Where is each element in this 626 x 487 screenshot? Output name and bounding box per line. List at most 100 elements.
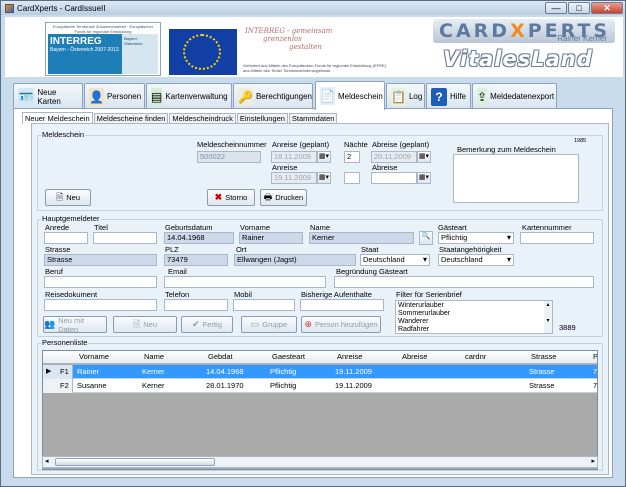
slogan-line-2: grenzenlos bbox=[263, 35, 302, 43]
row-header[interactable]: F2 bbox=[43, 379, 73, 393]
name-field[interactable]: Kerner bbox=[309, 232, 414, 244]
reisedokument-field[interactable] bbox=[44, 299, 157, 311]
tab-label: Meldeschein bbox=[337, 91, 383, 101]
col-plz[interactable]: P bbox=[593, 352, 597, 361]
gruppe-button[interactable]: ▭ Gruppe bbox=[241, 316, 297, 333]
col-cardnr[interactable]: cardnr bbox=[465, 352, 486, 361]
list-item[interactable]: Sommerurlauber bbox=[398, 310, 550, 318]
col-name[interactable]: Name bbox=[144, 352, 164, 361]
personenliste-label: Personenliste bbox=[41, 338, 89, 347]
plz-label: PLZ bbox=[165, 245, 179, 254]
anreise-field[interactable]: 19.11.2009 bbox=[271, 172, 317, 184]
logo-part-a: CARD bbox=[439, 20, 511, 42]
telefon-label: Telefon bbox=[165, 290, 190, 299]
bemerkung-textarea[interactable] bbox=[453, 154, 579, 203]
abreise-field[interactable] bbox=[371, 172, 417, 184]
check-icon: ✔ bbox=[192, 319, 200, 329]
col-anreise[interactable]: Anreise bbox=[337, 352, 362, 361]
tab-meldeschein[interactable]: 📄 Meldeschein bbox=[315, 81, 385, 110]
anrede-field[interactable] bbox=[44, 232, 88, 244]
logo-subtitle: Rainer Kerner bbox=[557, 34, 607, 43]
scroll-left-icon[interactable]: ◂ bbox=[45, 457, 49, 465]
filter-serienbrief-list[interactable]: Winterurlauber Sommerurlauber Wanderer R… bbox=[395, 300, 553, 334]
naechte-label: Nächte bbox=[344, 140, 368, 149]
vorname-field[interactable]: Rainer bbox=[239, 232, 303, 244]
scroll-right-icon[interactable]: ▸ bbox=[591, 457, 595, 465]
list-item[interactable]: Radfahrer bbox=[398, 326, 550, 334]
table-row[interactable]: ▶ F1 Rainer Kerner 14.04.1968 Pflichtig 1… bbox=[43, 365, 598, 379]
col-abreise[interactable]: Abreise bbox=[402, 352, 427, 361]
search-person-icon[interactable]: 🔍 bbox=[419, 231, 433, 245]
beruf-field[interactable] bbox=[44, 276, 157, 288]
grid-horizontal-scrollbar[interactable]: ◂ ▸ bbox=[42, 456, 598, 468]
table-row[interactable]: F2 Susanne Kerner 28.01.1970 Pflichtig 1… bbox=[43, 379, 597, 393]
neu-meldeschein-button[interactable]: 🗎 Neu bbox=[45, 189, 91, 206]
telefon-field[interactable] bbox=[164, 299, 228, 311]
kartennummer-field[interactable] bbox=[520, 232, 594, 244]
gaesteart-label: Gästeart bbox=[438, 223, 467, 232]
bemerkung-label: Bemerkung zum Meldeschein bbox=[457, 145, 556, 154]
eu-flag-icon bbox=[169, 29, 237, 75]
tab-kartenverwaltung[interactable]: ▤ Kartenverwaltung bbox=[146, 83, 232, 109]
person-hinzufuegen-button[interactable]: ⊕ Person hinzufügen bbox=[301, 316, 381, 333]
title-bar[interactable]: CardXperts - CardIssueII — □ ✕ bbox=[1, 1, 625, 15]
interreg-sub: Bayern - Österreich 2007-2013 bbox=[50, 47, 119, 53]
abreise-geplant-field[interactable]: 20.11.2009 bbox=[371, 151, 417, 163]
scroll-thumb[interactable] bbox=[55, 458, 215, 466]
slogan: INTERREG - gemeinsam grenzenlos gestalte… bbox=[243, 27, 383, 51]
meldeschein-group-label: Meldeschein bbox=[41, 130, 86, 139]
minimize-button[interactable]: — bbox=[545, 2, 567, 14]
reisedokument-label: Reisedokument bbox=[45, 290, 98, 299]
tab-neue-karten[interactable]: 🪪 Neue Karten bbox=[13, 83, 83, 109]
gaesteart-select[interactable]: Pflichtig bbox=[438, 232, 514, 244]
cell: 7 bbox=[593, 367, 598, 376]
staatsangehoerigkeit-select[interactable]: Deutschland bbox=[438, 254, 514, 266]
naechte-field[interactable]: 2 bbox=[344, 151, 360, 163]
fertig-button[interactable]: ✔ Fertig bbox=[181, 316, 233, 333]
tab-label: Personen bbox=[106, 92, 142, 101]
tab-hilfe[interactable]: ? Hilfe bbox=[426, 83, 471, 109]
ort-field[interactable]: Ellwangen (Jagst) bbox=[234, 254, 356, 266]
plz-field[interactable]: 73479 bbox=[164, 254, 228, 266]
begruendung-gaesteart-field[interactable] bbox=[334, 276, 594, 288]
list-scrollbar[interactable]: ▴ ▾ bbox=[544, 301, 552, 333]
bisherige-aufenthalte-field[interactable] bbox=[300, 299, 384, 311]
staat-select[interactable]: Deutschland bbox=[360, 254, 430, 266]
cell: 28.01.1970 bbox=[206, 381, 244, 390]
anrede-label: Anrede bbox=[45, 223, 70, 232]
drucken-button[interactable]: 🖶 Drucken bbox=[260, 189, 307, 206]
strasse-field[interactable]: Strasse bbox=[44, 254, 157, 266]
mobil-field[interactable] bbox=[233, 299, 295, 311]
mobil-label: Mobil bbox=[234, 290, 252, 299]
geburtsdatum-field[interactable]: 14.04.1968 bbox=[164, 232, 234, 244]
tab-berechtigungen[interactable]: 🔑 Berechtigungen bbox=[233, 83, 313, 109]
storno-button[interactable]: ✖ Storno bbox=[207, 189, 255, 206]
calendar-dropdown-icon[interactable]: ▦▾ bbox=[417, 172, 431, 184]
maximize-button[interactable]: □ bbox=[568, 2, 590, 14]
naechte-actual-field[interactable] bbox=[344, 172, 360, 184]
funding-note: Gefördert aus Mitteln des Europäischen F… bbox=[243, 63, 388, 73]
calendar-dropdown-icon[interactable]: ▦▾ bbox=[417, 151, 431, 163]
list-item[interactable]: Winterurlauber bbox=[398, 302, 550, 310]
titel-field[interactable] bbox=[93, 232, 157, 244]
col-vorname[interactable]: Vorname bbox=[79, 352, 109, 361]
group-icon: ▭ bbox=[250, 319, 260, 329]
hauptgemeldeter-group-label: Hauptgemeldeter bbox=[41, 214, 101, 223]
col-gaesteart[interactable]: Gaesteart bbox=[272, 352, 305, 361]
col-gebdat[interactable]: Gebdat bbox=[208, 352, 233, 361]
tab-log[interactable]: 📋 Log bbox=[386, 83, 425, 109]
calendar-dropdown-icon[interactable]: ▦▾ bbox=[317, 151, 331, 163]
email-field[interactable] bbox=[164, 276, 326, 288]
close-button[interactable]: ✕ bbox=[591, 2, 623, 14]
list-item[interactable]: Wanderer bbox=[398, 318, 550, 326]
col-strasse[interactable]: Strasse bbox=[531, 352, 556, 361]
neu-mit-daten-button[interactable]: 👥 Neu mit Daten bbox=[43, 316, 107, 334]
row-header[interactable]: ▶ F1 bbox=[43, 365, 73, 379]
calendar-dropdown-icon[interactable]: ▦▾ bbox=[317, 172, 331, 184]
personen-grid[interactable]: Vorname Name Gebdat Gaesteart Anreise Ab… bbox=[42, 350, 598, 470]
tab-meldedatenexport[interactable]: ⇪ Meldedatenexport bbox=[472, 83, 557, 109]
neu-person-button[interactable]: 🗎 Neu bbox=[113, 316, 177, 333]
tab-personen[interactable]: 👤 Personen bbox=[84, 83, 145, 109]
name-label: Name bbox=[310, 223, 331, 232]
anreise-geplant-field[interactable]: 18.11.2009 bbox=[271, 151, 317, 163]
